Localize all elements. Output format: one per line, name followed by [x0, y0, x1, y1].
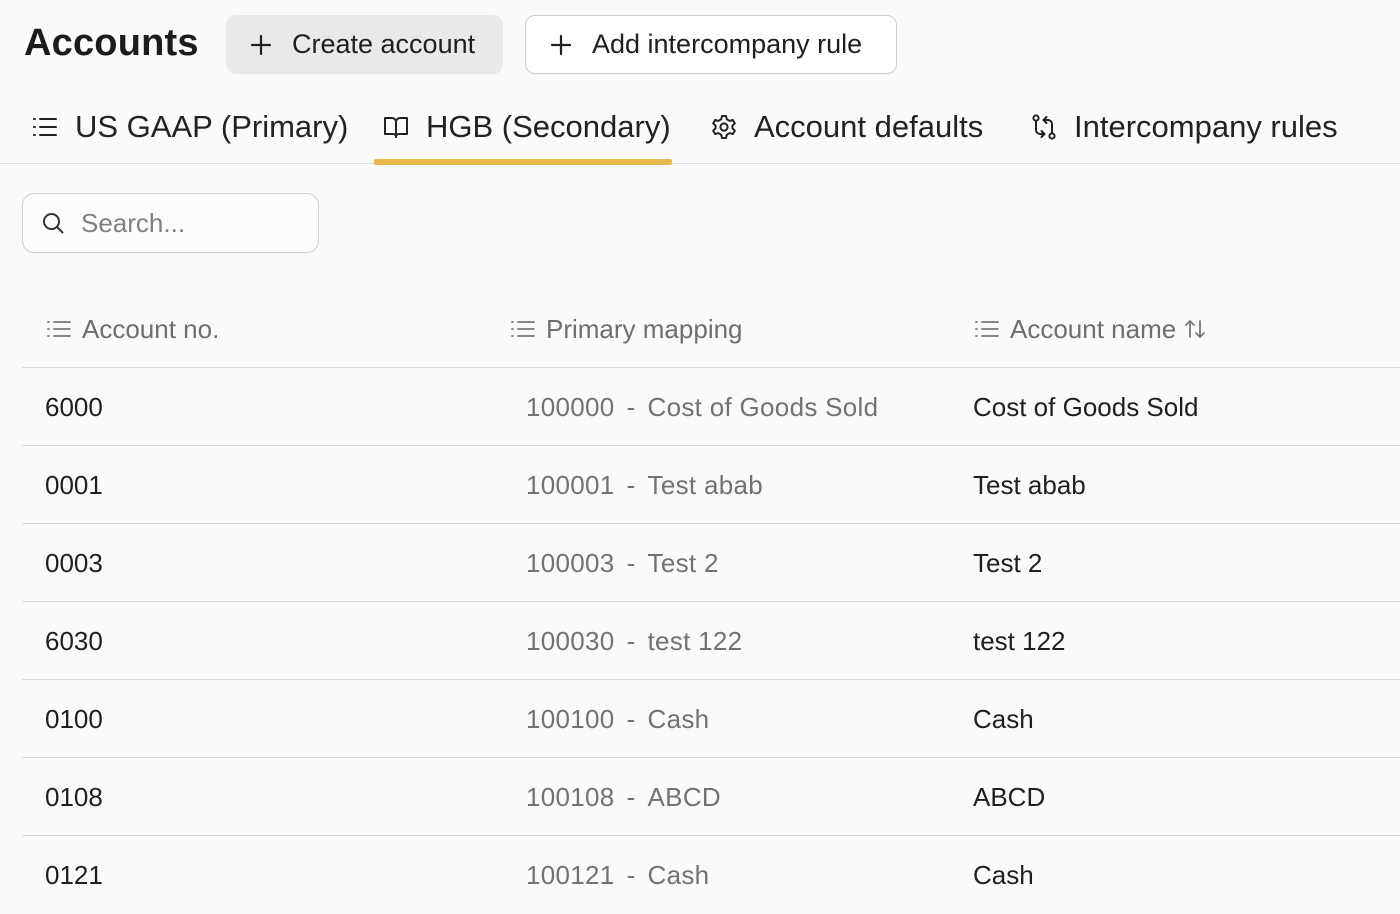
- list-icon: [975, 321, 999, 337]
- account-no-cell: 0001: [45, 469, 103, 500]
- primary-mapping-cell: 100100- Cash: [526, 680, 709, 758]
- mapping-name: Cost of Goods Sold: [647, 391, 879, 422]
- mapping-number: 100001: [526, 469, 615, 500]
- table-row[interactable]: 0003 100003- Test 2 Test 2: [22, 524, 1400, 602]
- table-row[interactable]: 0108 100108- ABCD ABCD: [22, 758, 1400, 836]
- primary-mapping-cell: 100000- Cost of Goods Sold: [526, 368, 878, 446]
- primary-mapping-cell: 100108- ABCD: [526, 758, 721, 836]
- mapping-number: 100121: [526, 859, 615, 890]
- mapping-name: Cash: [647, 859, 710, 890]
- create-account-label: Create account: [292, 29, 476, 59]
- top-bar: Accounts Create account Add intercompany…: [0, 0, 1400, 90]
- page-title: Accounts: [24, 22, 199, 64]
- tab-hgb-label: HGB (Secondary): [426, 109, 671, 144]
- tab-intercompany-rules-label: Intercompany rules: [1074, 109, 1338, 144]
- tab-us-gaap-label: US GAAP (Primary): [75, 109, 349, 144]
- mapping-separator: -: [626, 859, 636, 890]
- column-header-primary-mapping[interactable]: Primary mapping: [510, 290, 743, 368]
- table-row[interactable]: 0100 100100- Cash Cash: [22, 680, 1400, 758]
- account-no-cell: 6030: [45, 625, 103, 656]
- accounts-table: Account no. Primary mapping Account name…: [22, 290, 1400, 914]
- add-intercompany-rule-label: Add intercompany rule: [592, 29, 863, 59]
- active-tab-indicator: [374, 159, 672, 165]
- tab-intercompany-rules[interactable]: Intercompany rules: [1030, 90, 1338, 164]
- plus-icon: [550, 34, 572, 55]
- account-name-cell: Cost of Goods Sold: [973, 391, 1199, 422]
- add-intercompany-rule-button[interactable]: Add intercompany rule: [525, 15, 897, 74]
- search-icon: [43, 213, 64, 234]
- account-no-cell: 0003: [45, 547, 103, 578]
- account-name-cell: Test abab: [973, 469, 1086, 500]
- list-icon: [511, 321, 535, 337]
- tab-hgb[interactable]: HGB (Secondary): [382, 90, 671, 164]
- tab-account-defaults-label: Account defaults: [754, 109, 984, 144]
- account-no-cell: 0100: [45, 703, 103, 734]
- book-icon: [384, 117, 408, 138]
- table-row[interactable]: 6000 100000- Cost of Goods Sold Cost of G…: [22, 368, 1400, 446]
- search-input[interactable]: [79, 206, 299, 240]
- tab-account-defaults[interactable]: Account defaults: [710, 90, 983, 164]
- table-header: Account no. Primary mapping Account name: [22, 290, 1400, 368]
- column-header-label: Account no.: [82, 313, 220, 344]
- mapping-number: 100030: [526, 625, 615, 656]
- tab-us-gaap[interactable]: US GAAP (Primary): [31, 90, 348, 164]
- column-header-account-name[interactable]: Account name: [974, 290, 1206, 368]
- swap-icon: [1032, 114, 1056, 140]
- list-icon: [33, 118, 57, 136]
- mapping-name: Cash: [647, 703, 710, 734]
- primary-mapping-cell: 100030- test 122: [526, 602, 742, 680]
- column-header-label: Primary mapping: [546, 313, 743, 344]
- mapping-separator: -: [626, 547, 636, 578]
- mapping-name: Test abab: [647, 469, 763, 500]
- account-name-cell: Cash: [973, 859, 1034, 890]
- mapping-number: 100000: [526, 391, 615, 422]
- account-no-cell: 6000: [45, 391, 103, 422]
- mapping-number: 100100: [526, 703, 615, 734]
- search-box[interactable]: [22, 193, 319, 253]
- account-no-cell: 0121: [45, 859, 103, 890]
- primary-mapping-cell: 100003- Test 2: [526, 524, 719, 602]
- table-row[interactable]: 6030 100030- test 122 test 122: [22, 602, 1400, 680]
- primary-mapping-cell: 100001- Test abab: [526, 446, 763, 524]
- mapping-name: ABCD: [647, 781, 721, 812]
- mapping-number: 100003: [526, 547, 615, 578]
- tab-bar: US GAAP (Primary) HGB (Secondary) Accoun…: [0, 90, 1400, 165]
- table-row[interactable]: 0121 100121- Cash Cash: [22, 836, 1400, 914]
- create-account-button[interactable]: Create account: [226, 15, 503, 74]
- account-name-cell: Test 2: [973, 547, 1043, 578]
- account-name-cell: Cash: [973, 703, 1034, 734]
- mapping-separator: -: [626, 391, 636, 422]
- mapping-separator: -: [626, 703, 636, 734]
- table-row[interactable]: 0001 100001- Test abab Test abab: [22, 446, 1400, 524]
- column-header-label: Account name: [1010, 313, 1177, 344]
- sort-icon[interactable]: [1184, 317, 1206, 341]
- gear-icon: [712, 115, 736, 139]
- mapping-separator: -: [626, 781, 636, 812]
- mapping-separator: -: [626, 625, 636, 656]
- list-icon: [47, 321, 71, 337]
- account-no-cell: 0108: [45, 781, 103, 812]
- primary-mapping-cell: 100121- Cash: [526, 836, 709, 914]
- plus-icon: [250, 34, 272, 55]
- account-name-cell: ABCD: [973, 781, 1046, 812]
- mapping-name: test 122: [647, 625, 743, 656]
- mapping-number: 100108: [526, 781, 615, 812]
- mapping-name: Test 2: [647, 547, 719, 578]
- account-name-cell: test 122: [973, 625, 1066, 656]
- mapping-separator: -: [626, 469, 636, 500]
- column-header-account-no[interactable]: Account no.: [46, 290, 219, 368]
